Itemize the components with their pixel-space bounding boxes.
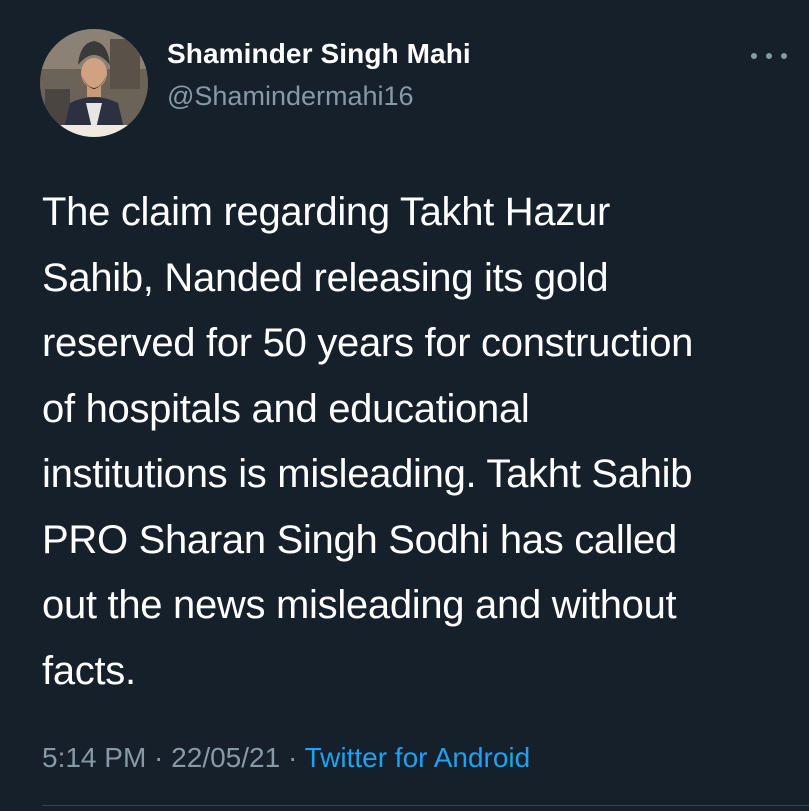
tweet-meta: 5:14 PM · 22/05/21 · Twitter for Android: [42, 742, 530, 774]
tweet-time[interactable]: 5:14 PM: [42, 742, 146, 773]
tweet-text-line: of hospitals and educational: [42, 386, 530, 431]
dot-icon: [766, 53, 772, 59]
tweet-text-line: facts.: [42, 648, 136, 693]
tweet-text-line: institutions is misleading. Takht Sahib: [42, 452, 693, 496]
avatar[interactable]: [40, 29, 148, 137]
meta-separator: ·: [280, 742, 305, 773]
tweet-text-line: Sahib, Nanded releasing its gold: [42, 255, 609, 300]
tweet-text-line: PRO Sharan Singh Sodhi has called: [42, 517, 677, 562]
divider: [42, 805, 809, 806]
dot-icon: [751, 53, 757, 59]
avatar-image: [40, 29, 148, 137]
tweet-text-line: The claim regarding Takht Hazur: [42, 190, 611, 234]
tweet-text-line: reserved for 50 years for construction: [42, 321, 694, 365]
meta-separator: ·: [146, 742, 172, 773]
user-handle[interactable]: @Shamindermahi16: [167, 81, 414, 112]
tweet-text-line: out the news misleading and without: [42, 583, 677, 627]
tweet-card: Shaminder Singh Mahi @Shamindermahi16 Th…: [0, 0, 809, 811]
tweet-source-link[interactable]: Twitter for Android: [305, 742, 531, 773]
tweet-text: The claim regarding Takht Hazur Sahib, N…: [42, 180, 782, 704]
display-name[interactable]: Shaminder Singh Mahi: [167, 38, 471, 70]
tweet-date[interactable]: 22/05/21: [171, 742, 280, 773]
dot-icon: [781, 53, 787, 59]
more-horizontal-icon[interactable]: [751, 44, 787, 68]
